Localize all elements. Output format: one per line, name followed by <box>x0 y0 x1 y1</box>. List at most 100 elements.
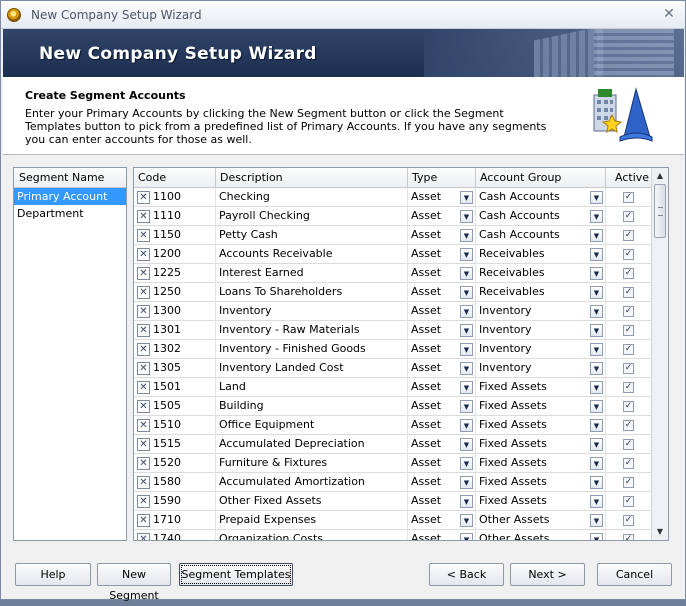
active-checkbox[interactable]: ✓ <box>623 343 634 355</box>
table-row[interactable]: ✕ 1515 Accumulated Depreciation Asset ▼ Fixed… <box>134 435 652 454</box>
title-bar[interactable]: New Company Setup Wizard ✕ <box>1 1 685 29</box>
chevron-down-icon[interactable]: ▼ <box>590 266 603 280</box>
chevron-down-icon[interactable]: ▼ <box>590 304 603 318</box>
description-cell[interactable]: Organization Costs <box>216 530 408 540</box>
code-cell[interactable]: ✕ 1505 <box>134 397 216 415</box>
back-button[interactable]: < Back <box>429 563 504 586</box>
table-row[interactable]: ✕ 1520 Furniture & Fixtures Asset ▼ Fixed Ass… <box>134 454 652 473</box>
description-cell[interactable]: Furniture & Fixtures <box>216 454 408 472</box>
chevron-down-icon[interactable]: ▼ <box>590 190 603 204</box>
chevron-down-icon[interactable]: ▼ <box>590 475 603 489</box>
chevron-down-icon[interactable]: ▼ <box>590 437 603 451</box>
chevron-down-icon[interactable]: ▼ <box>460 494 473 508</box>
chevron-down-icon[interactable]: ▼ <box>460 190 473 204</box>
chevron-down-icon[interactable]: ▼ <box>590 399 603 413</box>
account-group-select[interactable]: Inventory ▼ <box>476 302 606 320</box>
account-group-select[interactable]: Inventory ▼ <box>476 340 606 358</box>
code-cell[interactable]: ✕ 1301 <box>134 321 216 339</box>
account-group-select[interactable]: Fixed Assets ▼ <box>476 492 606 510</box>
account-group-select[interactable]: Other Assets ▼ <box>476 511 606 529</box>
description-cell[interactable]: Inventory - Finished Goods <box>216 340 408 358</box>
delete-row-icon[interactable]: ✕ <box>137 399 150 413</box>
code-cell[interactable]: ✕ 1200 <box>134 245 216 263</box>
table-row[interactable]: ✕ 1250 Loans To Shareholders Asset ▼ Receivab… <box>134 283 652 302</box>
account-group-select[interactable]: Fixed Assets ▼ <box>476 454 606 472</box>
delete-row-icon[interactable]: ✕ <box>137 209 150 223</box>
table-row[interactable]: ✕ 1150 Petty Cash Asset ▼ Cash Accounts ▼ ✓ <box>134 226 652 245</box>
table-row[interactable]: ✕ 1225 Interest Earned Asset ▼ Receivables ▼ ✓ <box>134 264 652 283</box>
account-group-select[interactable]: Cash Accounts ▼ <box>476 188 606 206</box>
column-header-account-group[interactable]: Account Group <box>476 168 606 187</box>
delete-row-icon[interactable]: ✕ <box>137 456 150 470</box>
table-row[interactable]: ✕ 1510 Office Equipment Asset ▼ Fixed Assets ▼… <box>134 416 652 435</box>
type-select[interactable]: Asset ▼ <box>408 283 476 301</box>
description-cell[interactable]: Loans To Shareholders <box>216 283 408 301</box>
description-cell[interactable]: Land <box>216 378 408 396</box>
chevron-down-icon[interactable]: ▼ <box>460 323 473 337</box>
table-row[interactable]: ✕ 1301 Inventory - Raw Materials Asset ▼ Inve… <box>134 321 652 340</box>
code-cell[interactable]: ✕ 1250 <box>134 283 216 301</box>
delete-row-icon[interactable]: ✕ <box>137 475 150 489</box>
description-cell[interactable]: Checking <box>216 188 408 206</box>
type-select[interactable]: Asset ▼ <box>408 416 476 434</box>
active-checkbox[interactable]: ✓ <box>623 229 634 241</box>
code-cell[interactable]: ✕ 1510 <box>134 416 216 434</box>
account-group-select[interactable]: Fixed Assets ▼ <box>476 473 606 491</box>
table-row[interactable]: ✕ 1590 Other Fixed Assets Asset ▼ Fixed Asset… <box>134 492 652 511</box>
description-cell[interactable]: Inventory Landed Cost <box>216 359 408 377</box>
chevron-down-icon[interactable]: ▼ <box>460 361 473 375</box>
type-select[interactable]: Asset ▼ <box>408 302 476 320</box>
table-row[interactable]: ✕ 1505 Building Asset ▼ Fixed Assets ▼ ✓ <box>134 397 652 416</box>
description-cell[interactable]: Accumulated Depreciation <box>216 435 408 453</box>
chevron-down-icon[interactable]: ▼ <box>460 266 473 280</box>
code-cell[interactable]: ✕ 1580 <box>134 473 216 491</box>
active-checkbox[interactable]: ✓ <box>623 457 634 469</box>
account-group-select[interactable]: Inventory ▼ <box>476 321 606 339</box>
code-cell[interactable]: ✕ 1710 <box>134 511 216 529</box>
type-select[interactable]: Asset ▼ <box>408 340 476 358</box>
chevron-down-icon[interactable]: ▼ <box>590 380 603 394</box>
chevron-down-icon[interactable]: ▼ <box>590 532 603 540</box>
code-cell[interactable]: ✕ 1302 <box>134 340 216 358</box>
cancel-button[interactable]: Cancel <box>597 563 672 586</box>
delete-row-icon[interactable]: ✕ <box>137 532 150 540</box>
chevron-down-icon[interactable]: ▼ <box>460 513 473 527</box>
description-cell[interactable]: Petty Cash <box>216 226 408 244</box>
active-checkbox[interactable]: ✓ <box>623 191 634 203</box>
delete-row-icon[interactable]: ✕ <box>137 304 150 318</box>
table-row[interactable]: ✕ 1710 Prepaid Expenses Asset ▼ Other Assets ▼… <box>134 511 652 530</box>
type-select[interactable]: Asset ▼ <box>408 321 476 339</box>
table-row[interactable]: ✕ 1200 Accounts Receivable Asset ▼ Receivable… <box>134 245 652 264</box>
code-cell[interactable]: ✕ 1305 <box>134 359 216 377</box>
chevron-down-icon[interactable]: ▼ <box>460 532 473 540</box>
new-segment-button[interactable]: New Segment <box>97 563 171 602</box>
type-select[interactable]: Asset ▼ <box>408 530 476 540</box>
chevron-down-icon[interactable]: ▼ <box>460 380 473 394</box>
code-cell[interactable]: ✕ 1110 <box>134 207 216 225</box>
chevron-down-icon[interactable]: ▼ <box>460 247 473 261</box>
code-cell[interactable]: ✕ 1501 <box>134 378 216 396</box>
type-select[interactable]: Asset ▼ <box>408 473 476 491</box>
chevron-down-icon[interactable]: ▼ <box>590 323 603 337</box>
delete-row-icon[interactable]: ✕ <box>137 513 150 527</box>
active-checkbox[interactable]: ✓ <box>623 286 634 298</box>
active-checkbox[interactable]: ✓ <box>623 533 634 540</box>
segment-templates-button[interactable]: Segment Templates <box>179 563 293 586</box>
active-checkbox[interactable]: ✓ <box>623 305 634 317</box>
table-row[interactable]: ✕ 1580 Accumulated Amortization Asset ▼ Fixed… <box>134 473 652 492</box>
chevron-down-icon[interactable]: ▼ <box>590 247 603 261</box>
delete-row-icon[interactable]: ✕ <box>137 418 150 432</box>
table-row[interactable]: ✕ 1740 Organization Costs Asset ▼ Other Asset… <box>134 530 652 540</box>
column-header-description[interactable]: Description <box>216 168 408 187</box>
chevron-down-icon[interactable]: ▼ <box>460 209 473 223</box>
chevron-down-icon[interactable]: ▼ <box>460 304 473 318</box>
type-select[interactable]: Asset ▼ <box>408 359 476 377</box>
active-checkbox[interactable]: ✓ <box>623 495 634 507</box>
chevron-down-icon[interactable]: ▼ <box>460 437 473 451</box>
delete-row-icon[interactable]: ✕ <box>137 323 150 337</box>
chevron-down-icon[interactable]: ▼ <box>590 285 603 299</box>
code-cell[interactable]: ✕ 1520 <box>134 454 216 472</box>
grid-scrollbar[interactable]: ▲ ▼ <box>651 168 668 540</box>
active-checkbox[interactable]: ✓ <box>623 267 634 279</box>
scroll-down-icon[interactable]: ▼ <box>652 524 668 540</box>
